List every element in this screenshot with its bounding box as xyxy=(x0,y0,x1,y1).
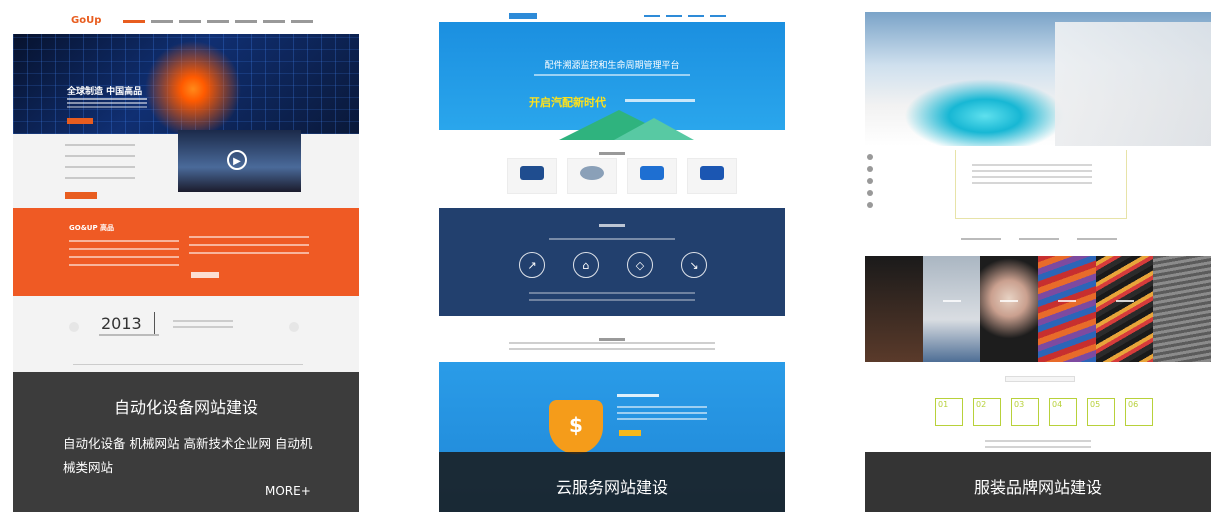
gallery-image xyxy=(1153,256,1211,362)
preview-cyan-button xyxy=(619,430,641,436)
portfolio-grid: GoUp 全球制造 中国高品 ▶ GO&UP 高品 2013 自动化设备网站建设… xyxy=(0,0,1224,526)
preview-hero-image: 全球制造 中国高品 xyxy=(13,34,359,134)
preview-orange-section: GO&UP 高品 xyxy=(13,208,359,296)
preview-section-lines-right xyxy=(189,236,309,260)
number-box: 01 xyxy=(935,398,963,426)
gallery-image xyxy=(865,256,923,362)
preview-blue-heading xyxy=(599,224,625,227)
preview-year-divider xyxy=(154,312,155,334)
gallery-image xyxy=(980,256,1039,362)
preview-arrow-right-icon xyxy=(289,322,299,332)
card-title: 自动化设备网站建设 xyxy=(113,398,258,417)
number-box: 06 xyxy=(1125,398,1153,426)
card-info-overlay: 云服务网站建设 xyxy=(439,452,785,512)
gallery-image xyxy=(922,256,981,362)
preview-section-lines xyxy=(69,240,179,272)
preview-contact-button xyxy=(65,192,97,199)
preview-hero-title: 全球制造 中国高品 xyxy=(67,87,143,97)
preview-logo: GoUp xyxy=(71,15,102,26)
preview-section-button xyxy=(191,272,219,278)
shield-icon: ◇ xyxy=(627,252,653,278)
home-icon: ⌂ xyxy=(573,252,599,278)
preview-number-boxes: 01 02 03 04 05 06 xyxy=(935,398,1153,426)
preview-hero-fabric xyxy=(1055,22,1211,146)
preview-hero-image: 配件溯源监控和生命周期管理平台 开启汽配新时代 xyxy=(439,22,785,140)
preview-blue-section: ↗ ⌂ ◇ ↘ xyxy=(439,208,785,316)
preview-video-thumbnail: ▶ xyxy=(178,130,301,192)
portfolio-card-fashion-brand[interactable]: 01 02 03 04 05 06 服装品牌网站建设 xyxy=(865,12,1211,512)
preview-hero-slogan-line xyxy=(625,99,695,102)
shield-icon: $ xyxy=(549,400,603,454)
preview-menu xyxy=(644,15,726,17)
gallery-image xyxy=(1038,256,1096,362)
preview-hero-image xyxy=(865,12,1211,146)
preview-contact-lines xyxy=(65,144,135,188)
number-box: 05 xyxy=(1087,398,1115,426)
preview-partner-heading xyxy=(439,140,785,159)
preview-gallery xyxy=(865,256,1211,362)
preview-cyan-lines xyxy=(617,406,707,424)
preview-hero-slogan: 开启汽配新时代 xyxy=(529,96,606,109)
preview-year-lines xyxy=(173,320,233,322)
preview-navbar: GoUp xyxy=(13,12,359,34)
partner-logo xyxy=(687,158,737,194)
preview-product-lines xyxy=(509,342,715,354)
card-info-overlay: 服装品牌网站建设 xyxy=(865,452,1211,512)
preview-navbar xyxy=(439,12,785,22)
partner-logo xyxy=(567,158,617,194)
chart-icon: ↗ xyxy=(519,252,545,278)
preview-year-sub xyxy=(99,334,159,336)
card-description: 自动化设备 机械网站 高新技术企业网 自动机械类网站 xyxy=(63,436,313,475)
partner-logo xyxy=(627,158,677,194)
portfolio-card-cloud-service[interactable]: 配件溯源监控和生命周期管理平台 开启汽配新时代 ↗ ⌂ ◇ ↘ $ 云服务网站建… xyxy=(439,12,785,512)
preview-arrow-left-icon xyxy=(69,322,79,332)
preview-logo xyxy=(509,13,537,19)
preview-links xyxy=(961,238,1117,240)
preview-blue-lines xyxy=(529,292,695,306)
card-title: 云服务网站建设 xyxy=(555,478,668,497)
preview-hero-subtitle-line xyxy=(534,74,690,76)
preview-section-title: GO&UP 高品 xyxy=(69,224,115,232)
more-link[interactable]: MORE+ xyxy=(265,484,311,498)
portfolio-card-automation[interactable]: GoUp 全球制造 中国高品 ▶ GO&UP 高品 2013 自动化设备网站建设… xyxy=(13,12,359,512)
partner-logo xyxy=(507,158,557,194)
number-box: 03 xyxy=(1011,398,1039,426)
number-box: 04 xyxy=(1049,398,1077,426)
preview-bottom-lines xyxy=(985,440,1091,452)
preview-intro-frame xyxy=(955,150,1127,219)
preview-hero-button xyxy=(67,118,93,124)
preview-year: 2013 xyxy=(101,314,142,333)
card-title: 服装品牌网站建设 xyxy=(973,478,1102,497)
preview-partner-logos xyxy=(507,158,737,194)
preview-mountain-shape-2 xyxy=(614,118,694,140)
preview-blue-subtitle xyxy=(549,238,675,240)
trend-icon: ↘ xyxy=(681,252,707,278)
preview-hero-title: 配件溯源监控和生命周期管理平台 xyxy=(544,61,680,71)
number-box: 02 xyxy=(973,398,1001,426)
preview-sub-heading xyxy=(1005,376,1075,382)
preview-menu xyxy=(123,20,313,23)
preview-feature-icons: ↗ ⌂ ◇ ↘ xyxy=(519,252,707,278)
gallery-image xyxy=(1095,256,1154,362)
preview-hero-lines xyxy=(67,98,147,100)
preview-intro-lines xyxy=(972,164,1092,188)
play-icon: ▶ xyxy=(227,150,247,170)
card-info-overlay: 自动化设备网站建设 自动化设备 机械网站 高新技术企业网 自动机械类网站 MOR… xyxy=(13,372,359,512)
preview-side-icons xyxy=(867,154,873,214)
preview-cyan-heading xyxy=(617,394,659,397)
preview-timeline xyxy=(73,364,303,365)
